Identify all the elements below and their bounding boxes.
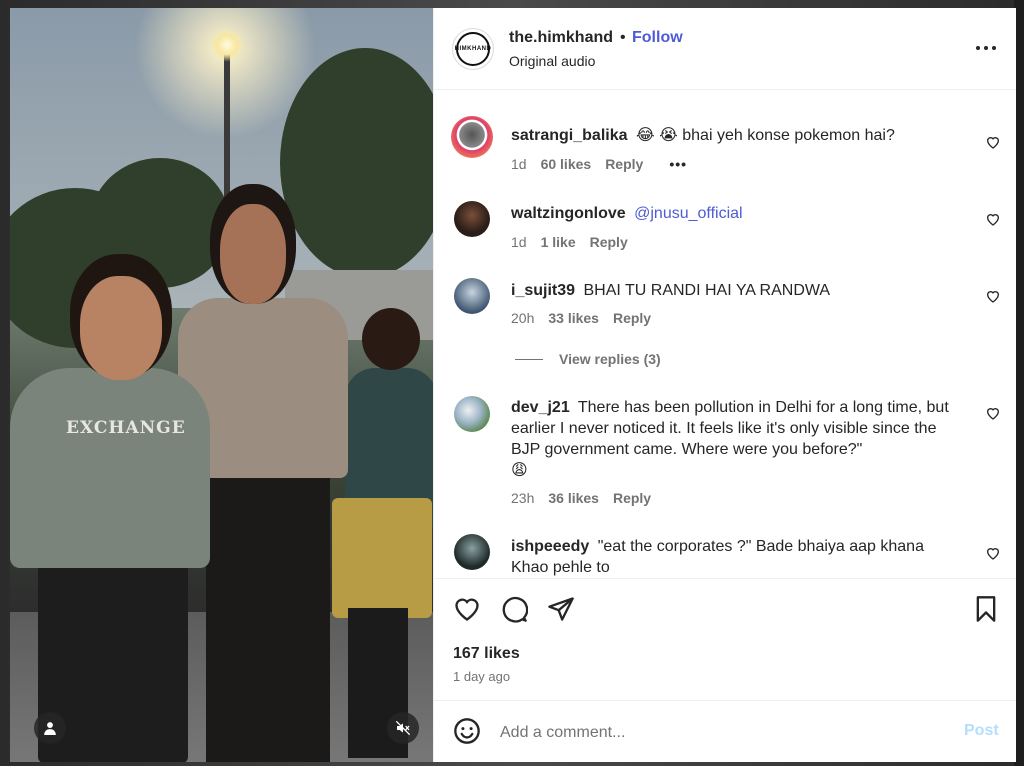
comment-likes[interactable]: 60 likes <box>541 156 592 172</box>
logo-text: HIMKHAND <box>454 46 492 52</box>
comment-emoji: 😂 😭 <box>635 127 678 144</box>
like-count[interactable]: 167 likes <box>453 645 520 663</box>
comment-text: satrangi_balika 😂 😭 bhai yeh konse pokem… <box>511 125 961 146</box>
muted-speaker-icon <box>395 720 411 736</box>
video-tree-mid <box>90 158 230 288</box>
commenter-avatar[interactable] <box>451 116 493 158</box>
video-lamp <box>210 28 244 62</box>
comment-username[interactable]: dev_j21 <box>511 399 570 416</box>
post-timestamp[interactable]: 1 day ago <box>453 669 510 684</box>
like-heart-icon[interactable] <box>453 595 481 623</box>
comment-likes[interactable]: 33 likes <box>548 310 599 326</box>
header-separator: • <box>620 29 626 46</box>
author-username[interactable]: the.himkhand <box>509 29 613 47</box>
person-center-head <box>220 204 286 304</box>
comment-age: 1d <box>511 156 527 172</box>
author-avatar[interactable]: HIMKHAND <box>452 28 494 70</box>
comment-meta: 23h 36 likes Reply <box>511 490 651 506</box>
heart-icon[interactable] <box>985 211 1001 227</box>
share-send-icon[interactable] <box>547 595 575 623</box>
reply-button[interactable]: Reply <box>613 310 651 326</box>
commenter-avatar[interactable] <box>454 278 490 314</box>
hoodie-print: EXCHANGE <box>66 418 186 438</box>
heart-icon[interactable] <box>985 545 1001 561</box>
reply-button[interactable]: Reply <box>605 156 643 172</box>
comment-age: 23h <box>511 490 535 506</box>
audio-link[interactable]: Original audio <box>509 53 595 69</box>
user-icon <box>44 722 56 735</box>
comment-text: ishpeeedy "eat the corporates ?" Bade bh… <box>511 536 961 578</box>
person-right-head <box>362 308 420 370</box>
video-lamp-pole <box>224 48 230 218</box>
comment-meta: 1d 60 likes Reply ••• <box>511 156 687 172</box>
mute-button[interactable] <box>387 712 419 744</box>
more-icon <box>976 46 996 50</box>
person-right-skirt <box>332 498 432 618</box>
commenter-avatar[interactable] <box>454 534 490 570</box>
reply-button[interactable]: Reply <box>590 234 628 250</box>
heart-icon[interactable] <box>985 288 1001 304</box>
comment-age: 20h <box>511 310 535 326</box>
comment-more-button[interactable]: ••• <box>669 156 687 172</box>
reply-button[interactable]: Reply <box>613 490 651 506</box>
replies-divider <box>515 358 543 360</box>
reel-video[interactable]: EXCHANGE <box>10 8 433 762</box>
post-header: HIMKHAND the.himkhand • Follow Original … <box>434 8 1016 90</box>
comment-age: 1d <box>511 234 527 250</box>
comment-likes[interactable]: 36 likes <box>548 490 599 506</box>
comment-username[interactable]: i_sujit39 <box>511 282 575 299</box>
commenter-avatar[interactable] <box>454 201 490 237</box>
comment-username[interactable]: satrangi_balika <box>511 127 628 144</box>
post-sidebar: HIMKHAND the.himkhand • Follow Original … <box>433 8 1016 762</box>
view-replies-button[interactable]: View replies (3) <box>515 351 661 367</box>
comment-username[interactable]: waltzingonlove <box>511 205 626 222</box>
tagged-users-button[interactable] <box>34 712 66 744</box>
comment-bubble-icon[interactable] <box>500 595 528 623</box>
comment-text: i_sujit39 BHAI TU RANDI HAI YA RANDWA <box>511 280 961 301</box>
comment-username[interactable]: ishpeeedy <box>511 538 589 555</box>
comment-body: There has been pollution in Delhi for a … <box>511 399 949 458</box>
view-replies-label: View replies (3) <box>559 351 661 367</box>
commenter-avatar[interactable] <box>454 396 490 432</box>
person-left-body <box>10 368 210 568</box>
person-left-head <box>80 276 162 380</box>
comment-body: BHAI TU RANDI HAI YA RANDWA <box>583 282 831 299</box>
person-center-legs <box>206 468 330 762</box>
more-options-button[interactable] <box>974 36 998 60</box>
follow-button[interactable]: Follow <box>632 29 683 47</box>
comment-emoji: 😩 <box>511 462 528 479</box>
comment-mention[interactable]: @jnusu_official <box>634 205 742 222</box>
emoji-icon[interactable] <box>453 717 481 745</box>
save-bookmark-icon[interactable] <box>972 595 1000 623</box>
post-actions: 167 likes 1 day ago <box>434 578 1016 700</box>
heart-icon[interactable] <box>985 134 1001 150</box>
comment-input[interactable] <box>498 719 932 747</box>
comment-text: waltzingonlove @jnusu_official <box>511 203 961 224</box>
comment-body: bhai yeh konse pokemon hai? <box>682 127 895 144</box>
heart-icon[interactable] <box>985 405 1001 421</box>
comment-likes[interactable]: 1 like <box>541 234 576 250</box>
comment-text: dev_j21 There has been pollution in Delh… <box>511 397 961 481</box>
post-comment-button[interactable]: Post <box>964 722 999 740</box>
himkhand-logo: HIMKHAND <box>454 32 492 66</box>
comment-meta: 20h 33 likes Reply <box>511 310 651 326</box>
comment-meta: 1d 1 like Reply <box>511 234 628 250</box>
add-comment-bar: Post <box>434 700 1016 762</box>
comments-list[interactable]: satrangi_balika 😂 😭 bhai yeh konse pokem… <box>434 90 1016 578</box>
